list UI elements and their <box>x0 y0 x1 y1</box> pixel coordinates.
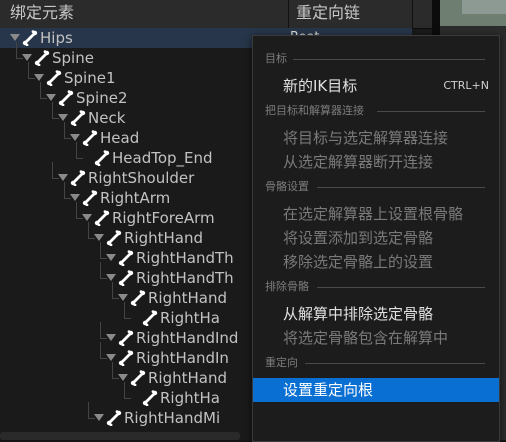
tree-guide-line <box>76 142 83 159</box>
tree-header: 绑定元素 重定向链 <box>0 0 432 29</box>
bone-icon <box>58 90 74 107</box>
menu-item-label: 将目标与选定解算器连接 <box>283 129 449 147</box>
menu-item[interactable]: 设置重定向根 <box>253 378 499 402</box>
menu-item[interactable]: 将设置添加到选定骨骼 <box>253 226 499 250</box>
menu-section-header: 把目标和解算器连接 <box>265 104 364 117</box>
menu-item-label: 将设置添加到选定骨骼 <box>283 229 434 247</box>
caret-down-icon[interactable] <box>106 354 116 361</box>
caret-down-icon[interactable] <box>106 254 116 261</box>
column-divider-end <box>412 0 413 28</box>
bone-icon <box>70 170 86 187</box>
menu-section-divider <box>305 363 485 364</box>
menu-item[interactable]: 移除选定骨骼上的设置 <box>253 250 499 274</box>
caret-down-icon[interactable] <box>82 214 92 221</box>
menu-item-label: 从选定解算器断开连接 <box>283 153 434 171</box>
menu-item-label: 从解算中排除选定骨骼 <box>283 305 434 323</box>
tree-guide-line <box>124 302 131 319</box>
menu-item-label: 移除选定骨骼上的设置 <box>283 253 434 271</box>
menu-item-label: 新的IK目标 <box>283 77 358 95</box>
menu-section-divider <box>317 187 485 188</box>
menu-item[interactable]: 将目标与选定解算器连接 <box>253 126 499 150</box>
menu-item-label: 设置重定向根 <box>283 381 374 399</box>
bone-label: RightHandTh <box>136 249 234 267</box>
bone-icon <box>130 290 146 307</box>
caret-down-icon[interactable] <box>106 274 116 281</box>
bone-icon <box>94 150 110 167</box>
bone-label: RightHand <box>124 229 203 247</box>
menu-item[interactable]: 在选定解算器上设置根骨骼 <box>253 202 499 226</box>
menu-item-label: 在选定解算器上设置根骨骼 <box>283 205 464 223</box>
bone-icon <box>142 390 158 407</box>
bone-icon <box>106 230 122 247</box>
bone-label: Spine1 <box>64 69 116 87</box>
bone-icon <box>118 250 134 267</box>
menu-item[interactable]: 从选定解算器断开连接 <box>253 150 499 174</box>
menu-item[interactable]: 新的IK目标 CTRL+N <box>253 74 499 98</box>
caret-down-icon[interactable] <box>118 294 128 301</box>
bone-icon <box>118 270 134 287</box>
bone-label: RightHa <box>160 389 220 407</box>
bone-icon <box>70 110 86 127</box>
caret-down-icon[interactable] <box>70 194 80 201</box>
bone-label: RightHand <box>148 369 227 387</box>
caret-down-icon[interactable] <box>94 234 104 241</box>
bone-label: Hips <box>40 29 73 47</box>
menu-item-shortcut: CTRL+N <box>443 79 489 92</box>
tree-guide-line <box>124 382 131 399</box>
menu-section-divider <box>317 287 485 288</box>
bone-icon <box>34 50 50 67</box>
bone-icon <box>82 130 98 147</box>
bone-icon <box>82 190 98 207</box>
horizontal-scrollbar[interactable] <box>0 432 240 440</box>
bone-label: RightForeArm <box>112 209 215 227</box>
menu-section-header: 目标 <box>265 52 287 65</box>
bone-label: Neck <box>88 109 126 127</box>
bone-label: Spine2 <box>76 89 128 107</box>
caret-down-icon[interactable] <box>70 134 80 141</box>
menu-section-header: 排除骨骼 <box>265 280 309 293</box>
caret-down-icon[interactable] <box>106 334 116 341</box>
menu-item[interactable]: 将选定骨骼包含在解算中 <box>253 326 499 350</box>
bone-label: RightShoulder <box>88 169 195 187</box>
menu-section-header: 骨骼设置 <box>265 180 309 193</box>
bone-icon <box>106 410 122 427</box>
menu-item[interactable]: 从解算中排除选定骨骼 <box>253 302 499 326</box>
column-divider[interactable] <box>288 0 289 28</box>
bone-label: HeadTop_End <box>112 149 213 167</box>
menu-section-header: 重定向 <box>265 356 298 369</box>
bone-icon <box>94 210 110 227</box>
menu-section-divider <box>293 59 485 60</box>
caret-down-icon[interactable] <box>118 374 128 381</box>
bone-icon <box>118 330 134 347</box>
caret-down-icon[interactable] <box>58 114 68 121</box>
column-header-chain[interactable]: 重定向链 <box>296 0 360 28</box>
bone-label: RightHandIn <box>136 349 229 367</box>
bone-icon <box>142 310 158 327</box>
bone-label: RightHand <box>148 289 227 307</box>
viewport-sky-highlight <box>462 0 506 14</box>
bone-label: RightHa <box>160 309 220 327</box>
bone-label: Spine <box>52 49 94 67</box>
menu-section-divider <box>377 111 485 112</box>
caret-down-icon[interactable] <box>46 94 56 101</box>
column-header-bone[interactable]: 绑定元素 <box>10 0 74 28</box>
caret-down-icon[interactable] <box>34 74 44 81</box>
bone-label: RightHandMi <box>124 409 221 427</box>
caret-down-icon[interactable] <box>10 34 20 41</box>
caret-down-icon[interactable] <box>94 414 104 421</box>
bone-icon <box>118 350 134 367</box>
bone-icon <box>130 370 146 387</box>
caret-down-icon[interactable] <box>22 54 32 61</box>
bone-label: RightHandInd <box>136 329 239 347</box>
caret-down-icon[interactable] <box>58 174 68 181</box>
bone-label: RightArm <box>100 189 171 207</box>
bone-icon <box>22 30 38 47</box>
context-menu: 目标新的IK目标 CTRL+N 把目标和解算器连接将目标与选定解算器连接 从选定解算器… <box>252 35 500 442</box>
menu-item-label: 将选定骨骼包含在解算中 <box>283 329 449 347</box>
bone-label: RightHandTh <box>136 269 234 287</box>
bone-label: Head <box>100 129 140 147</box>
bone-icon <box>46 70 62 87</box>
